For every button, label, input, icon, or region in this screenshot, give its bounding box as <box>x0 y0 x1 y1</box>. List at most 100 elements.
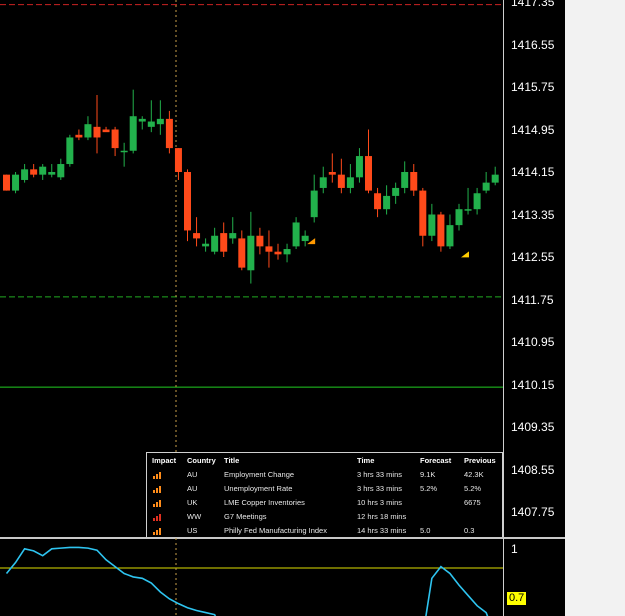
candle[interactable] <box>365 129 372 194</box>
candle[interactable] <box>120 142 128 167</box>
candle[interactable] <box>319 166 327 194</box>
indicator-line <box>5 546 489 616</box>
candle[interactable] <box>156 100 164 135</box>
impact-bars-icon <box>153 486 162 493</box>
news-title: Philly Fed Manufacturing Index <box>224 526 327 535</box>
news-row[interactable]: UK LME Copper Inventories 10 hrs 3 mins 667… <box>147 498 502 510</box>
news-previous: 42.3K <box>464 470 484 479</box>
indicator-scale: 1 0.7 <box>503 538 566 616</box>
news-country: AU <box>187 470 198 479</box>
candle[interactable] <box>491 166 499 186</box>
candle[interactable] <box>111 126 119 157</box>
candle[interactable] <box>202 238 210 252</box>
candle[interactable] <box>401 161 409 194</box>
price-scale: 1417.35 1416.55 1415.75 1414.95 1414.15 1413.… <box>503 0 566 538</box>
news-previous: 5.2% <box>464 484 482 493</box>
candle[interactable] <box>428 203 436 242</box>
candle[interactable] <box>247 211 255 284</box>
price-label: 1410.15 <box>511 377 555 392</box>
candle[interactable] <box>265 230 273 268</box>
candle[interactable] <box>57 158 65 180</box>
candle[interactable] <box>21 164 29 183</box>
candle[interactable] <box>12 172 20 194</box>
header-previous: Previous <box>464 456 496 465</box>
news-row[interactable]: WW G7 Meetings 12 hrs 18 mins <box>147 512 502 524</box>
candle[interactable] <box>229 217 237 244</box>
news-time: 14 hrs 33 mins <box>357 526 407 535</box>
candle[interactable] <box>48 164 56 178</box>
price-label: 1411.75 <box>511 292 554 307</box>
candle[interactable] <box>328 153 336 183</box>
candle[interactable] <box>66 134 74 167</box>
candle[interactable] <box>3 174 10 191</box>
price-label: 1410.95 <box>511 335 555 349</box>
price-label: 1414.15 <box>511 165 555 179</box>
candle[interactable] <box>310 174 318 223</box>
candle[interactable] <box>165 110 173 154</box>
candle[interactable] <box>337 158 345 194</box>
candle[interactable] <box>274 243 282 260</box>
price-label: 1414.95 <box>511 122 555 137</box>
impact-bars-icon <box>153 514 162 521</box>
candle[interactable] <box>473 187 481 215</box>
candle[interactable] <box>75 129 83 141</box>
news-title: Employment Change <box>224 470 295 479</box>
candle[interactable] <box>437 211 445 252</box>
news-row[interactable]: AU Unemployment Rate 3 hrs 33 mins 5.2% 5.2% <box>147 484 502 496</box>
news-country: US <box>187 526 198 535</box>
header-impact: Impact <box>152 456 177 465</box>
price-label: 1408.55 <box>511 462 555 477</box>
candle[interactable] <box>193 217 201 247</box>
news-title: Unemployment Rate <box>224 484 293 493</box>
candle[interactable] <box>256 227 264 255</box>
header-time: Time <box>357 456 375 465</box>
indicator-chart <box>0 538 503 616</box>
news-previous: 0.3 <box>464 526 475 535</box>
news-row[interactable]: AU Employment Change 3 hrs 33 mins 9.1K 42.3… <box>147 470 502 482</box>
candle[interactable] <box>455 203 463 231</box>
price-label: 1415.75 <box>511 80 555 94</box>
news-table: Impact Country Title Time Forecast Previ… <box>146 452 503 538</box>
candle[interactable] <box>238 230 246 271</box>
candle[interactable] <box>138 116 146 130</box>
candle[interactable] <box>39 164 47 180</box>
candle[interactable] <box>220 222 228 257</box>
candle[interactable] <box>211 227 219 255</box>
candle[interactable] <box>292 217 300 250</box>
candle[interactable] <box>102 126 110 133</box>
news-time: 3 hrs 33 mins <box>357 470 403 479</box>
news-time: 10 hrs 3 mins <box>357 498 403 507</box>
impact-bars-icon <box>153 528 162 535</box>
right-panel <box>565 0 625 616</box>
candle[interactable] <box>346 164 354 194</box>
price-label: 1409.35 <box>511 420 555 434</box>
candle[interactable] <box>30 164 38 178</box>
candle[interactable] <box>93 94 101 154</box>
price-label: 1407.75 <box>511 505 555 519</box>
candle[interactable] <box>129 89 137 154</box>
candle[interactable] <box>147 100 155 133</box>
candle[interactable] <box>283 243 291 263</box>
indicator-top-label: 1 <box>511 542 518 556</box>
chart-area[interactable]: 1417.35 1416.55 1415.75 1414.95 1414.15 1413.… <box>0 0 565 616</box>
candle[interactable] <box>419 187 427 247</box>
candle[interactable] <box>410 164 418 196</box>
candle[interactable] <box>392 182 400 204</box>
candle[interactable] <box>464 187 472 215</box>
candle[interactable] <box>84 116 92 141</box>
news-country: AU <box>187 484 198 493</box>
candle[interactable] <box>355 148 363 183</box>
candle[interactable] <box>383 185 391 215</box>
news-time: 3 hrs 33 mins <box>357 484 403 493</box>
impact-bars-icon <box>153 500 162 507</box>
candle[interactable] <box>446 214 454 250</box>
news-time: 12 hrs 18 mins <box>357 512 407 521</box>
news-country: WW <box>187 512 202 521</box>
candle[interactable] <box>482 172 490 194</box>
candle[interactable] <box>374 187 382 218</box>
header-country: Country <box>187 456 216 465</box>
candle[interactable] <box>184 169 191 242</box>
news-title: LME Copper Inventories <box>224 498 305 507</box>
impact-bars-icon <box>153 472 162 479</box>
news-event-marker[interactable] <box>461 251 469 258</box>
